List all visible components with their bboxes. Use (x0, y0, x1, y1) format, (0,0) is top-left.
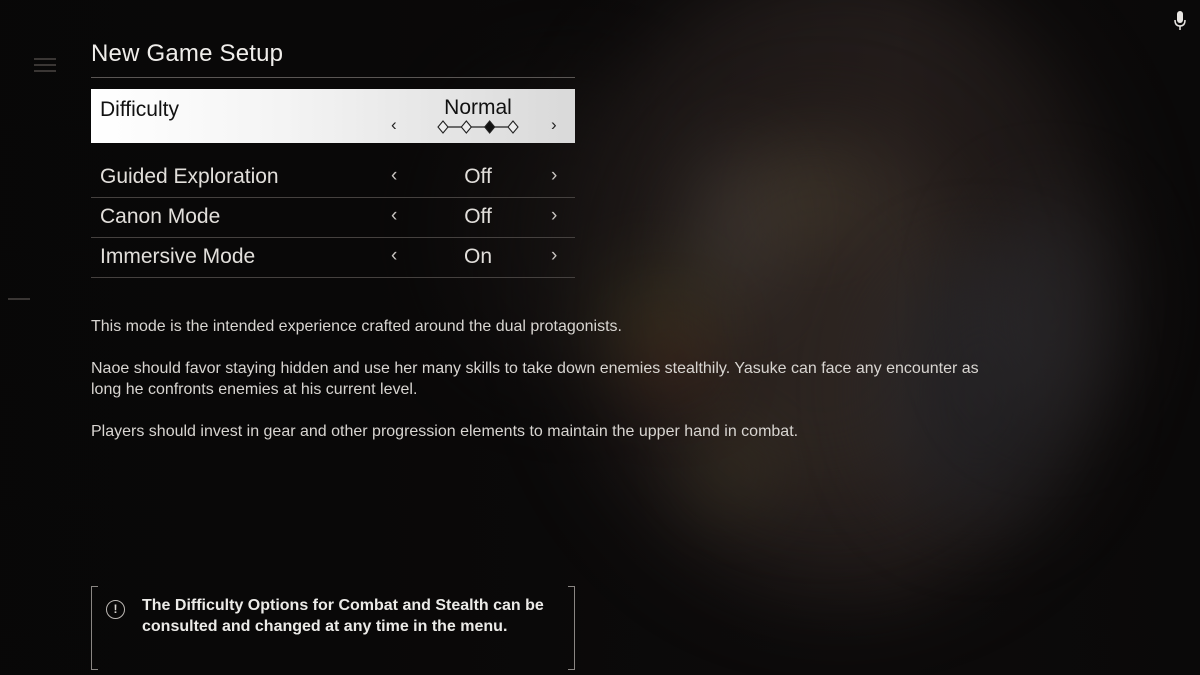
difficulty-diamond (437, 120, 449, 134)
description-paragraph: Naoe should favor staying hidden and use… (91, 360, 979, 398)
option-label: Immersive Mode (100, 245, 256, 268)
chevron-right-icon[interactable]: › (551, 205, 557, 227)
option-value: Off (464, 165, 492, 188)
microphone-icon (1174, 11, 1186, 30)
title-divider (91, 77, 575, 78)
option-canon-mode[interactable]: Canon Mode ‹ Off › (91, 197, 575, 238)
exclamation-icon: ! (106, 600, 125, 619)
chevron-left-icon[interactable]: ‹ (391, 245, 397, 267)
difficulty-notice: ! The Difficulty Options for Combat and … (91, 586, 575, 670)
chevron-right-icon[interactable]: › (551, 245, 557, 267)
difficulty-diamond (483, 120, 496, 134)
mode-description: This mode is the intended experience cra… (91, 316, 991, 463)
option-value: Normal (444, 96, 512, 119)
difficulty-level-indicator (437, 120, 519, 134)
option-value: Off (464, 205, 492, 228)
chevron-left-icon[interactable]: ‹ (391, 165, 397, 187)
page-title: New Game Setup (91, 40, 284, 67)
option-guided-exploration[interactable]: Guided Exploration ‹ Off › (91, 157, 575, 198)
bracket-left (91, 586, 98, 670)
option-immersive-mode[interactable]: Immersive Mode ‹ On › (91, 237, 575, 278)
option-label: Guided Exploration (100, 165, 279, 188)
description-paragraph: This mode is the intended experience cra… (91, 318, 622, 335)
chevron-right-icon[interactable]: › (551, 115, 557, 135)
notice-text: The Difficulty Options for Combat and St… (142, 597, 544, 635)
description-paragraph: Players should invest in gear and other … (91, 423, 799, 440)
option-label: Canon Mode (100, 205, 221, 228)
chevron-left-icon[interactable]: ‹ (391, 205, 397, 227)
difficulty-diamond (460, 120, 473, 134)
option-label: Difficulty (100, 98, 179, 121)
option-difficulty[interactable]: Difficulty ‹ Normal › (91, 89, 575, 143)
chevron-right-icon[interactable]: › (551, 165, 557, 187)
bracket-right (568, 586, 575, 670)
chevron-left-icon[interactable]: ‹ (391, 115, 397, 135)
difficulty-diamond (507, 120, 519, 134)
option-value: On (463, 245, 492, 268)
